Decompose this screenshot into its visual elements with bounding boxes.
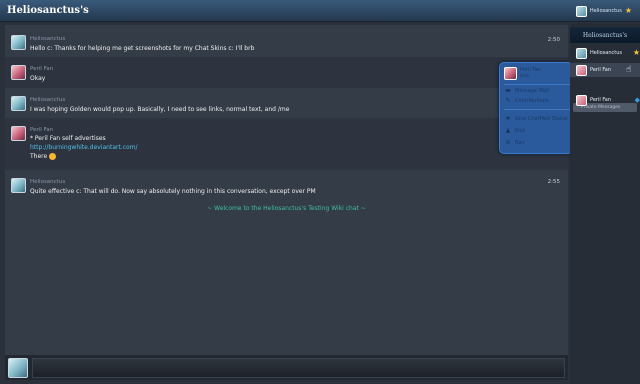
user-list-name: Peril Fan <box>590 67 611 73</box>
message-text: Quite effective c: That will do. Now say… <box>30 188 316 195</box>
avatar[interactable] <box>11 126 26 141</box>
message-text: Hello c: Thanks for helping me get scree… <box>30 45 255 52</box>
chat-log[interactable]: Heliosanctus Hello c: Thanks for helping… <box>5 25 568 355</box>
popup-header: Peril Fan User <box>503 66 569 82</box>
message-wall-menu-item[interactable]: ▬ Message Wall <box>505 86 549 95</box>
menu-item-label: Give ChatMod Status <box>515 115 568 122</box>
smiley-emote-icon <box>49 153 57 160</box>
popup-user-role: User <box>520 74 531 79</box>
message-username[interactable]: Peril Fan <box>30 127 53 133</box>
star-icon: ★ <box>632 48 640 57</box>
chat-message: Heliosanctus I was hoping Golden would p… <box>5 88 568 118</box>
avatar <box>8 358 28 378</box>
message-text: There <box>30 153 57 160</box>
chat-message: Heliosanctus Hello c: Thanks for helping… <box>5 29 568 57</box>
message-text-content: There <box>30 153 48 160</box>
message-text: * Peril Fan self advertises <box>30 135 106 142</box>
give-chatmod-menu-item[interactable]: ★ Give ChatMod Status <box>505 114 568 123</box>
avatar[interactable] <box>11 65 26 80</box>
star-icon: ★ <box>505 114 511 122</box>
avatar <box>576 94 587 106</box>
ban-icon: ⊘ <box>505 138 511 146</box>
header-user[interactable]: Heliosanctus ★ <box>575 4 632 18</box>
message-input-bar <box>5 355 568 380</box>
avatar <box>504 67 517 80</box>
menu-item-label: Message Wall <box>515 87 549 94</box>
header-user-name: Heliosanctus <box>589 8 622 14</box>
menu-item-label: Contributions <box>515 97 549 104</box>
chat-message: Peril Fan Okay <box>5 57 568 88</box>
message-timestamp: 2:50 <box>547 37 560 43</box>
private-message-item[interactable]: Peril Fan ◆ <box>570 93 640 107</box>
avatar[interactable] <box>11 35 26 50</box>
popup-username: Peril Fan <box>520 67 541 73</box>
message-timestamp: 2:55 <box>547 179 560 185</box>
contributions-menu-item[interactable]: ✎ Contributions <box>505 96 549 105</box>
divider <box>504 84 570 85</box>
avatar <box>576 47 587 59</box>
avatar <box>576 64 587 76</box>
message-username[interactable]: Peril Fan <box>30 66 53 72</box>
message-username[interactable]: Heliosanctus <box>30 36 65 42</box>
warning-icon: ▲ <box>505 126 511 134</box>
message-link[interactable]: http://burningwhite.deviantart.com/ <box>30 144 138 151</box>
user-list-name: Heliosanctus <box>590 50 622 56</box>
divider <box>504 109 570 110</box>
avatar[interactable] <box>11 178 26 193</box>
user-list-sidebar: Heliosanctus's Heliosanctus ★ Peril Fan … <box>570 23 640 384</box>
chat-message: Peril Fan * Peril Fan self advertises ht… <box>5 118 568 170</box>
ban-menu-item[interactable]: ⊘ Ban <box>505 138 525 147</box>
message-username[interactable]: Heliosanctus <box>30 179 65 185</box>
unread-indicator-icon: ◆ <box>634 96 640 104</box>
chat-message: Heliosanctus Quite effective c: That wil… <box>5 171 568 201</box>
message-input[interactable] <box>32 358 565 378</box>
private-user-name: Peril Fan <box>590 97 611 103</box>
message-wall-icon: ▬ <box>505 86 511 94</box>
user-list-item[interactable]: Heliosanctus ★ <box>570 46 640 60</box>
star-icon: ★ <box>624 6 632 15</box>
pencil-icon: ✎ <box>505 96 511 104</box>
wiki-title: Heliosanctus's <box>7 5 89 16</box>
user-context-menu: Peril Fan User ▬ Message Wall ✎ Contribu… <box>499 62 573 154</box>
message-text: I was hoping Golden would pop up. Basica… <box>30 106 290 113</box>
avatar[interactable] <box>11 96 26 111</box>
menu-item-label: Ban <box>515 139 525 146</box>
message-text: Okay <box>30 75 46 82</box>
hand-pointer-icon: ☝ <box>626 65 632 75</box>
chat-header: Heliosanctus's Heliosanctus ★ <box>0 0 640 22</box>
kick-menu-item[interactable]: ▲ Kick <box>505 126 526 135</box>
menu-item-label: Kick <box>515 127 526 134</box>
message-username[interactable]: Heliosanctus <box>30 97 65 103</box>
welcome-message: ~ Welcome to the Heliosanctus's Testing … <box>207 205 366 212</box>
avatar <box>575 5 587 17</box>
wiki-banner[interactable]: Heliosanctus's <box>570 27 640 43</box>
